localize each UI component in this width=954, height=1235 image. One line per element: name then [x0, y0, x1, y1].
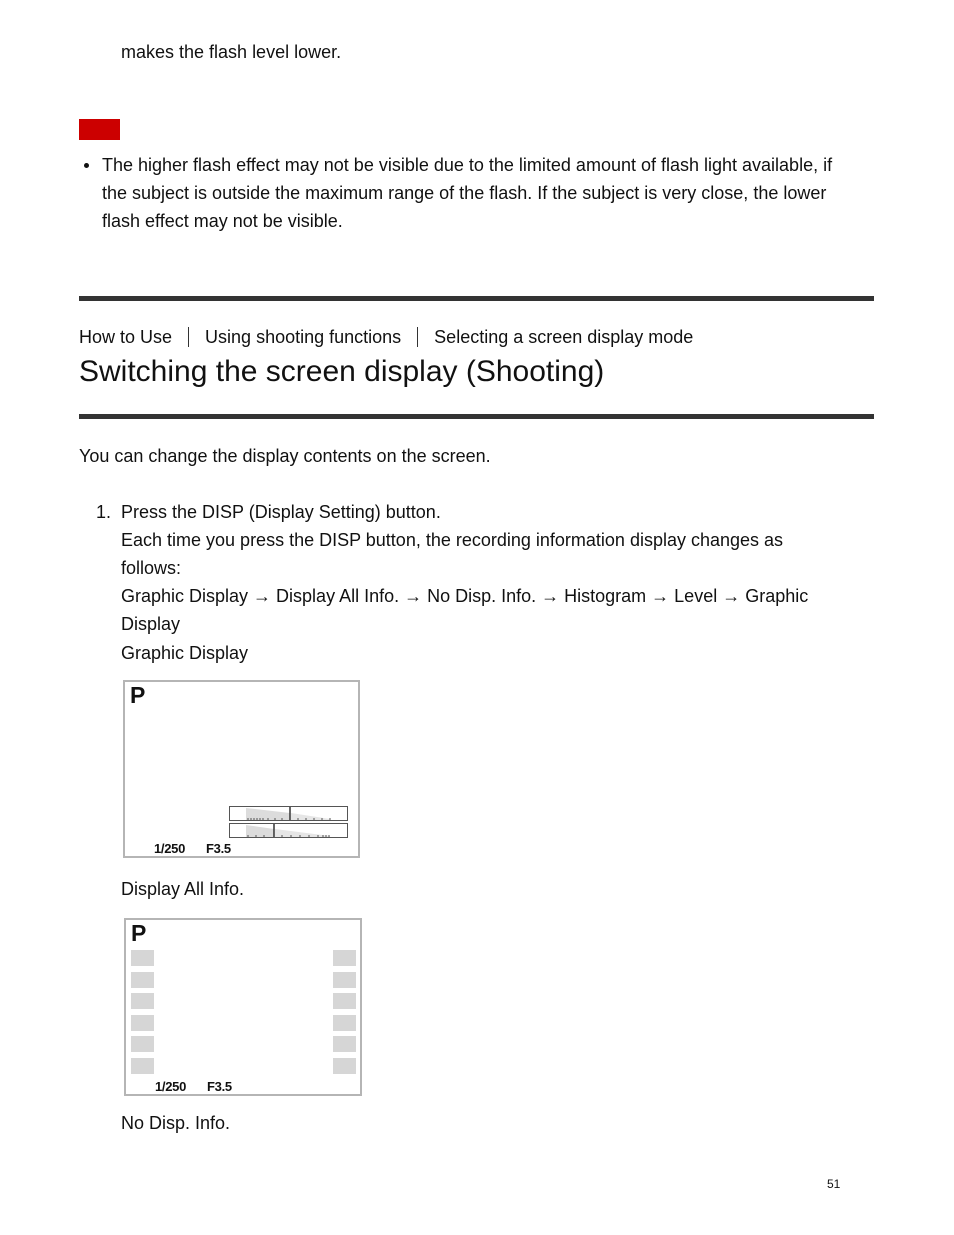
breadcrumb-separator: [417, 327, 419, 347]
shutter-speed-scale: [229, 806, 348, 821]
continued-paragraph: makes the flash level lower.: [121, 42, 342, 62]
breadcrumb-separator: [188, 327, 190, 347]
page-title: Switching the screen display (Shooting): [79, 355, 605, 388]
shooting-mode-indicator: P: [131, 920, 147, 946]
section-divider-bottom: [79, 414, 874, 419]
note-marker: [79, 119, 120, 140]
step-line: Display: [121, 614, 181, 634]
info-icon-placeholder: [131, 972, 154, 988]
info-icon-placeholder: [333, 1058, 356, 1074]
page-description: You can change the display contents on t…: [79, 446, 491, 466]
note-item: The higher flash effect may not be visib…: [79, 151, 879, 235]
info-icon-placeholder: [131, 1015, 154, 1031]
aperture-scale: [229, 823, 348, 838]
caption-display-all-info: Display All Info.: [121, 879, 245, 899]
caption-no-disp-info: No Disp. Info.: [121, 1113, 231, 1133]
note-line: The higher flash effect may not be visib…: [102, 155, 833, 175]
breadcrumb-item-how-to-use[interactable]: How to Use: [79, 323, 172, 351]
shutter-scale-graphic: [246, 807, 331, 820]
step-title: Press the DISP (Display Setting) button.: [121, 502, 441, 522]
aperture-value: F3.5: [206, 841, 231, 856]
step-number: 1.: [96, 502, 112, 522]
info-icon-placeholder: [333, 950, 356, 966]
graphic-display-screen: P 1/250 F3.5: [123, 680, 360, 858]
info-icon-placeholder: [333, 1015, 356, 1031]
shutter-speed-value: 1/250: [155, 1079, 187, 1094]
step-line: Graphic Display → Display All Info. → No…: [121, 586, 809, 606]
step-line: Each time you press the DISP button, the…: [121, 530, 784, 550]
bullet-icon: [84, 163, 89, 168]
step-body: Press the DISP (Display Setting) button.…: [121, 498, 861, 638]
section-divider-top: [79, 296, 874, 301]
shutter-speed-value: 1/250: [154, 841, 186, 856]
breadcrumb: How to Use Using shooting functions Sele…: [79, 323, 693, 351]
info-icon-placeholder: [131, 993, 154, 1009]
info-icon-placeholder: [131, 1036, 154, 1052]
info-icon-placeholder: [131, 1058, 154, 1074]
aperture-scale-graphic: [246, 824, 330, 837]
caption-graphic-display: Graphic Display: [121, 643, 249, 663]
page-number: 51: [827, 1177, 841, 1191]
breadcrumb-item-screen-display-mode[interactable]: Selecting a screen display mode: [434, 323, 693, 351]
info-icon-placeholder: [333, 1036, 356, 1052]
step-line: follows:: [121, 558, 182, 578]
display-all-info-screen: P 1/250 F3.5: [124, 918, 362, 1096]
info-icon-placeholder: [333, 972, 356, 988]
aperture-value: F3.5: [207, 1079, 232, 1094]
breadcrumb-item-shooting-functions[interactable]: Using shooting functions: [205, 323, 401, 351]
shooting-mode-indicator: P: [130, 682, 146, 708]
note-line: the subject is outside the maximum range…: [102, 183, 827, 203]
note-line: flash effect may not be visible.: [102, 211, 343, 231]
note-list: The higher flash effect may not be visib…: [79, 151, 879, 235]
info-icon-placeholder: [333, 993, 356, 1009]
info-icon-placeholder: [131, 950, 154, 966]
